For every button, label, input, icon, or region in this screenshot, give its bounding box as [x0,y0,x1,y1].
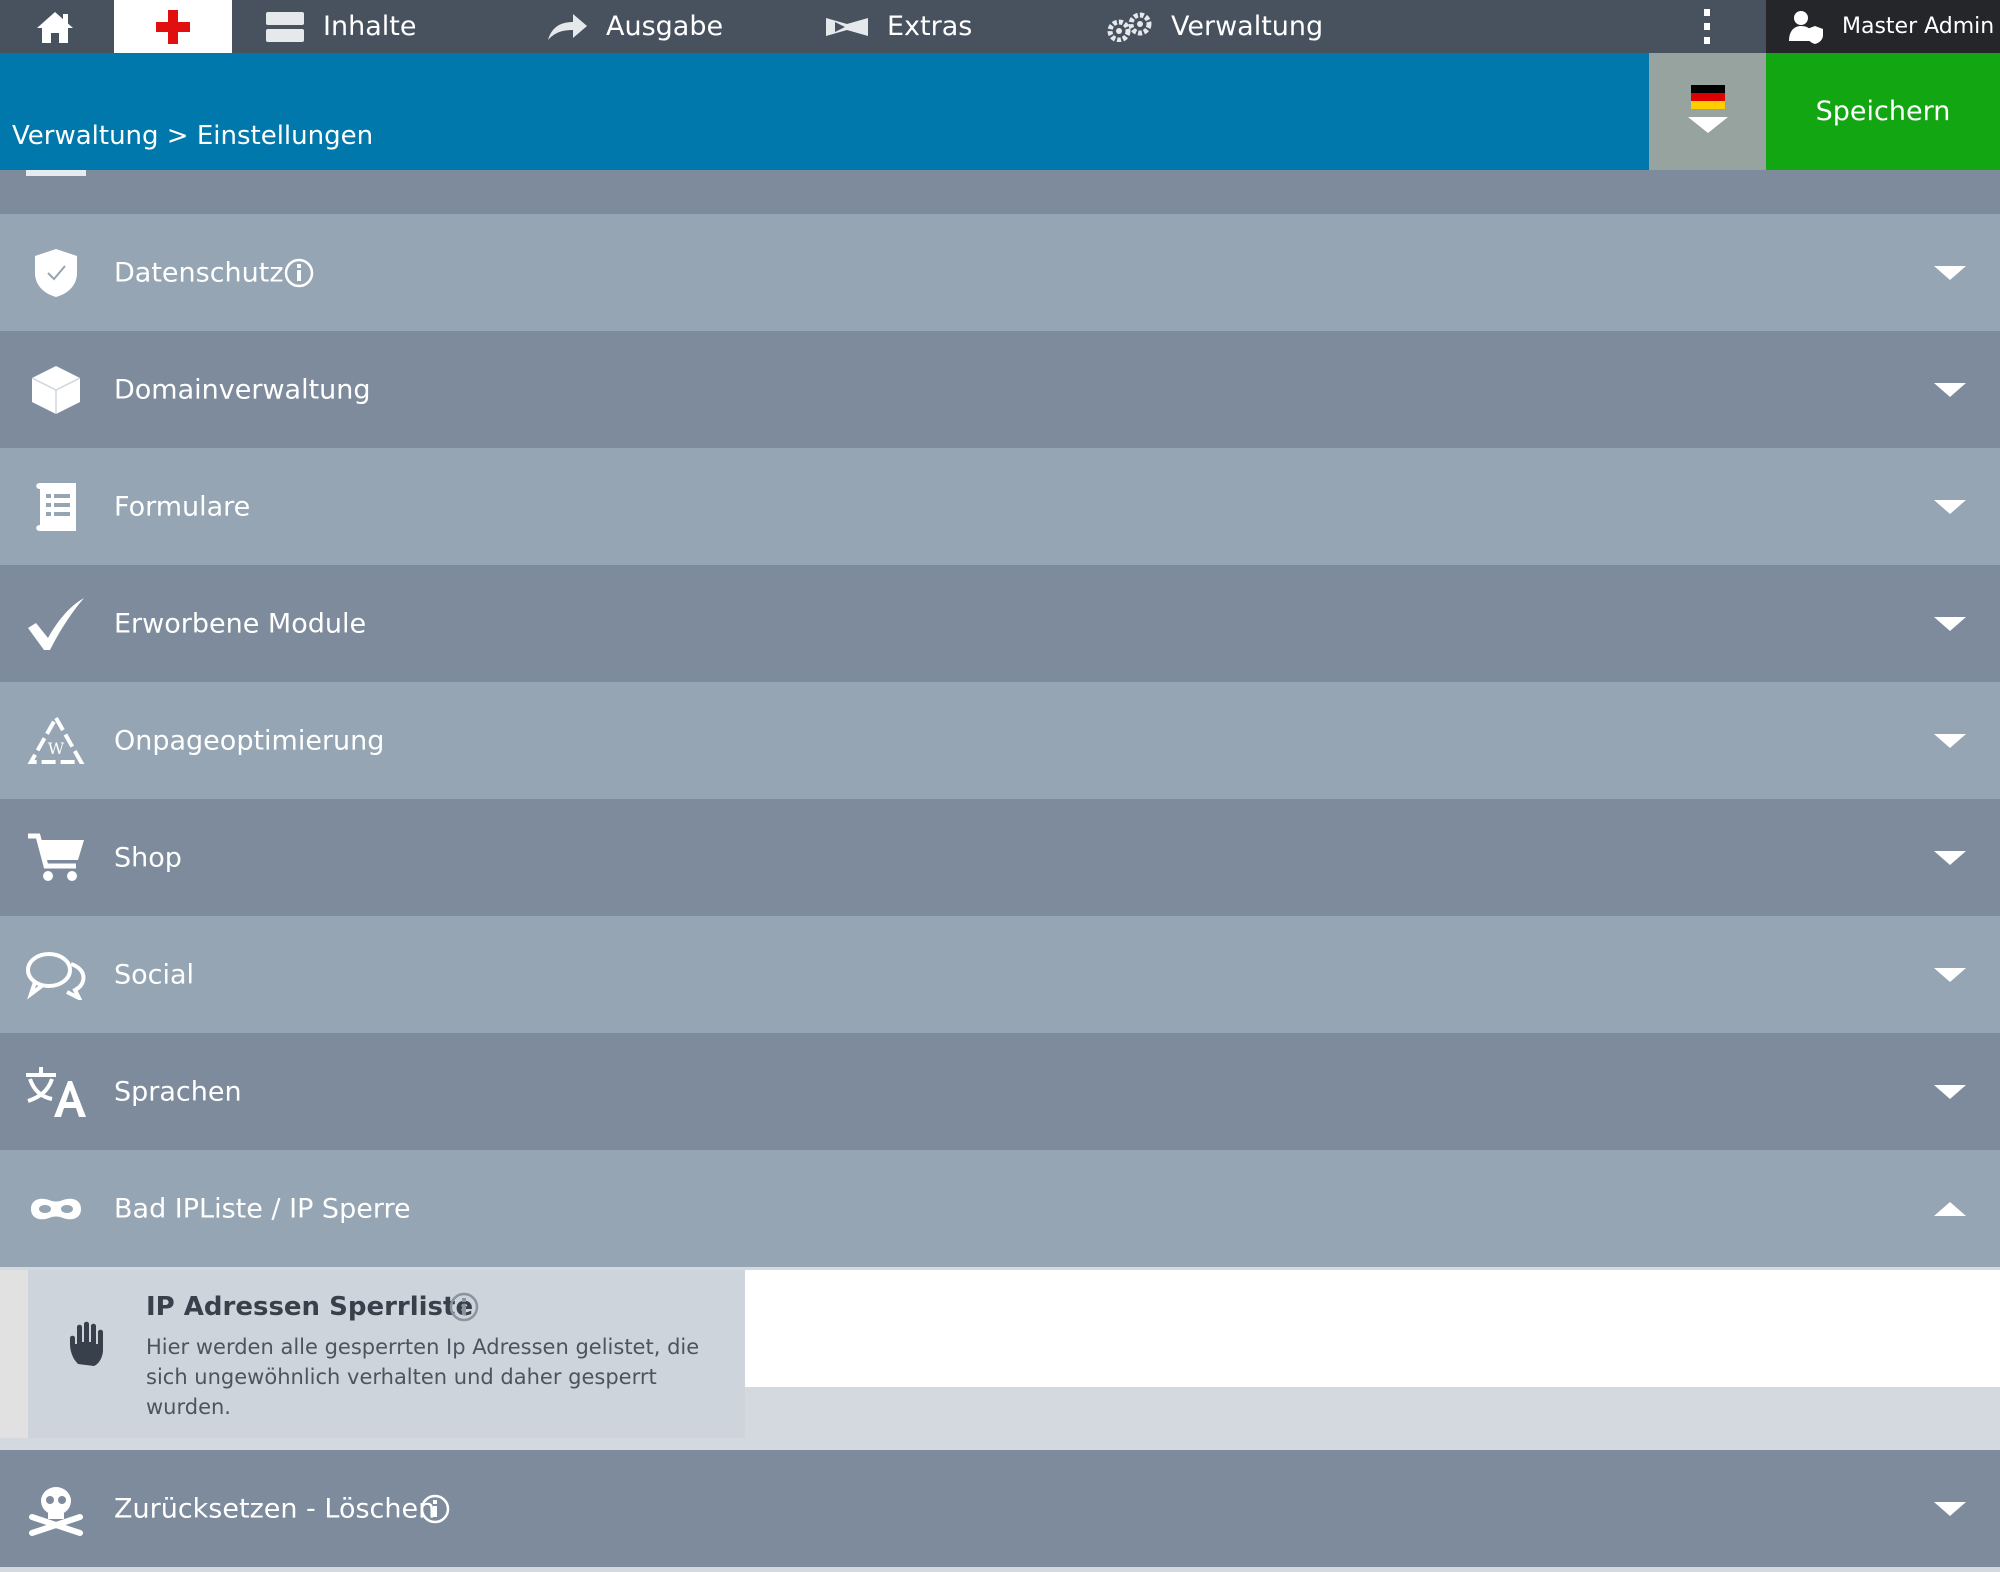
panel-edge [0,1270,28,1438]
section-label: Bad IPListe / IP Sperre [114,1193,411,1224]
stop-hand-icon [70,1321,103,1366]
chevron-down-icon[interactable] [1934,733,1966,748]
chevron-down-icon[interactable] [1934,265,1966,280]
chevron-up-icon[interactable] [1934,1201,1966,1216]
cart-icon [22,824,90,892]
checkmark-icon [22,590,90,658]
section-label: Zurücksetzen - Löschen [114,1493,436,1524]
user-menu[interactable]: Master Admin [1766,0,2000,53]
chevron-down-icon[interactable] [1934,967,1966,982]
gears-icon [1107,12,1152,42]
section-label: Erworbene Module [114,608,367,639]
nav-ausgabe[interactable]: Ausgabe [546,0,723,53]
extras-icon [826,17,868,36]
chevron-down-icon [1688,117,1728,133]
ip-sperrliste-card[interactable]: IP Adressen Sperrliste Hier werden alle … [28,1270,745,1438]
section-formulare[interactable]: Formulare [0,448,2000,565]
chevron-down-icon[interactable] [1934,850,1966,865]
shield-check-icon [22,239,90,307]
section-label: Onpageoptimierung [114,725,385,756]
section-label: Domainverwaltung [114,374,371,405]
partial-row-icon [26,170,86,176]
translate-icon [22,1058,90,1126]
section-domainverwaltung[interactable]: Domainverwaltung [0,331,2000,448]
user-name: Master Admin [1842,14,1995,39]
panel-content-area [745,1270,2000,1387]
nav-label: Ausgabe [606,11,724,42]
red-cross-icon [156,9,190,44]
nav-inhalte[interactable]: Inhalte [265,0,416,53]
svg-text:W: W [48,739,65,758]
section-label: Formulare [114,491,251,522]
section-label: Shop [114,842,182,873]
card-title: IP Adressen Sperrliste [146,1292,474,1322]
breadcrumb[interactable]: Verwaltung > Einstellungen [12,121,373,151]
recycle-icon: W [22,707,90,775]
nav-verwaltung[interactable]: Verwaltung [1107,0,1323,53]
section-zuruecksetzen[interactable]: Zurücksetzen - Löschen [0,1450,2000,1567]
info-icon[interactable] [284,258,314,288]
form-list-icon [22,473,90,541]
section-row-partial [0,170,2000,214]
chevron-down-icon[interactable] [1934,1084,1966,1099]
home-button[interactable] [30,0,80,53]
card-description: Hier werden alle gesperrten Ip Adressen … [146,1335,700,1419]
user-shield-icon [1789,10,1823,44]
section-onpageoptimierung[interactable]: W Onpageoptimierung [0,682,2000,799]
chat-bubbles-icon [22,941,90,1009]
chevron-down-icon[interactable] [1934,1501,1966,1516]
content-icon [266,11,304,42]
section-sprachen[interactable]: Sprachen [0,1033,2000,1150]
top-navigation: Inhalte Ausgabe Extras Verwaltung Master… [0,0,2000,53]
nav-extras[interactable]: Extras [825,0,972,53]
info-icon[interactable] [420,1494,450,1524]
nav-label: Extras [887,11,973,42]
kebab-menu-icon [1704,8,1710,44]
chevron-down-icon[interactable] [1934,616,1966,631]
chevron-down-icon[interactable] [1934,499,1966,514]
section-label: Sprachen [114,1076,242,1107]
more-menu-button[interactable] [1692,0,1722,53]
section-bad-ipliste[interactable]: Bad IPListe / IP Sperre [0,1150,2000,1267]
mask-icon [22,1175,90,1243]
skull-icon [22,1475,90,1543]
arrow-right-icon [548,13,587,40]
nav-label: Verwaltung [1171,11,1324,42]
section-erworbene-module[interactable]: Erworbene Module [0,565,2000,682]
home-icon [37,11,73,43]
nav-label: Inhalte [323,11,417,42]
chevron-down-icon[interactable] [1934,382,1966,397]
save-button[interactable]: Speichern [1766,53,2000,170]
section-label: Datenschutz [114,257,284,288]
language-selector[interactable] [1649,53,1766,170]
section-datenschutz[interactable]: Datenschutz [0,214,2000,331]
section-label: Social [114,959,195,990]
info-icon[interactable] [449,1292,479,1322]
german-flag-icon [1691,85,1725,109]
cube-icon [22,356,90,424]
section-shop[interactable]: Shop [0,799,2000,916]
page-header: Verwaltung > Einstellungen [0,53,1649,170]
quick-add-tab[interactable] [114,0,232,53]
section-social[interactable]: Social [0,916,2000,1033]
